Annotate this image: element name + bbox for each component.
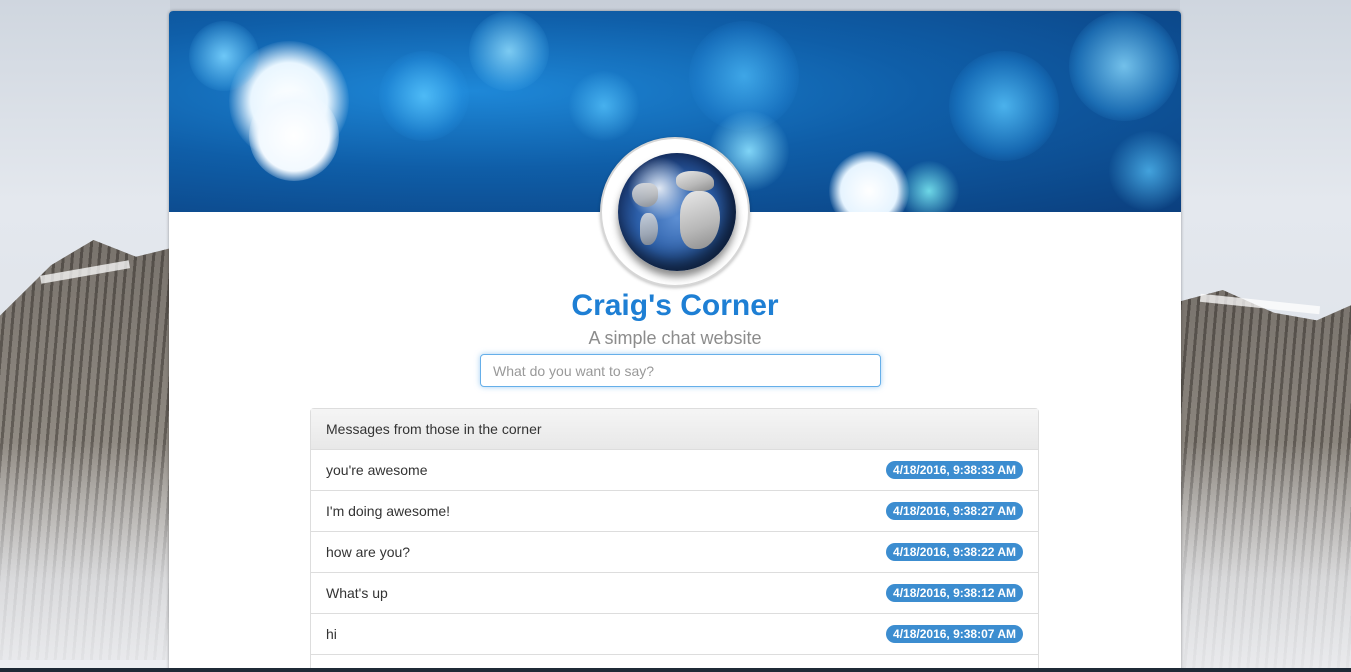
message-text: how are you? (326, 544, 411, 560)
message-timestamp-badge: 4/18/2016, 9:38:22 AM (886, 543, 1023, 561)
background-left (0, 0, 170, 672)
message-item: how are you? 4/18/2016, 9:38:22 AM (311, 532, 1038, 573)
message-text: you're awesome (326, 462, 428, 478)
message-text: What's up (326, 585, 388, 601)
globe-icon (618, 153, 736, 271)
message-item: you're awesome 4/18/2016, 9:38:33 AM (311, 450, 1038, 491)
messages-panel-heading: Messages from those in the corner (311, 409, 1038, 450)
background-right (1180, 0, 1351, 672)
main-panel: Craig's Corner A simple chat website Mes… (169, 11, 1181, 672)
site-logo-avatar (600, 137, 750, 287)
message-timestamp-badge: 4/18/2016, 9:38:07 AM (886, 625, 1023, 643)
message-text: hi (326, 626, 337, 642)
message-timestamp-badge: 4/18/2016, 9:38:12 AM (886, 584, 1023, 602)
message-timestamp-badge: 4/18/2016, 9:38:33 AM (886, 461, 1023, 479)
message-item: I'm doing awesome! 4/18/2016, 9:38:27 AM (311, 491, 1038, 532)
taskbar-edge (0, 668, 1351, 672)
message-timestamp-badge: 4/18/2016, 9:38:27 AM (886, 502, 1023, 520)
site-subtitle: A simple chat website (588, 328, 762, 348)
message-item: hi 4/18/2016, 9:38:07 AM (311, 614, 1038, 655)
message-item: What's up 4/18/2016, 9:38:12 AM (311, 573, 1038, 614)
message-input[interactable] (480, 354, 881, 387)
site-title: Craig's Corner (571, 289, 779, 322)
message-text: I'm doing awesome! (326, 503, 451, 519)
messages-panel: Messages from those in the corner you're… (310, 408, 1039, 672)
